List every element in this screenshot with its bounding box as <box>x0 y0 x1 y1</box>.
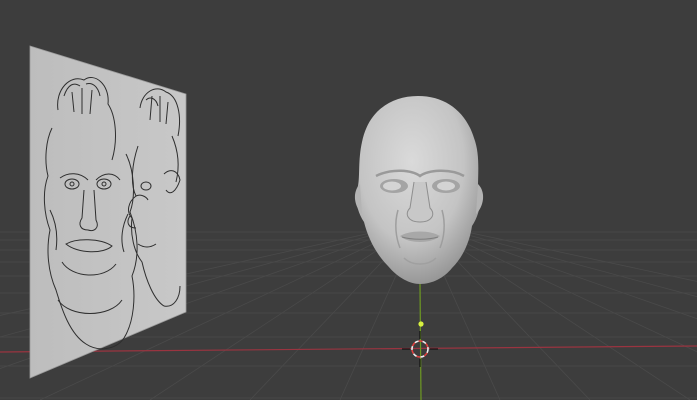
object-origin-icon[interactable] <box>418 321 424 327</box>
viewport-canvas[interactable] <box>0 0 697 400</box>
3d-viewport[interactable] <box>0 0 697 400</box>
